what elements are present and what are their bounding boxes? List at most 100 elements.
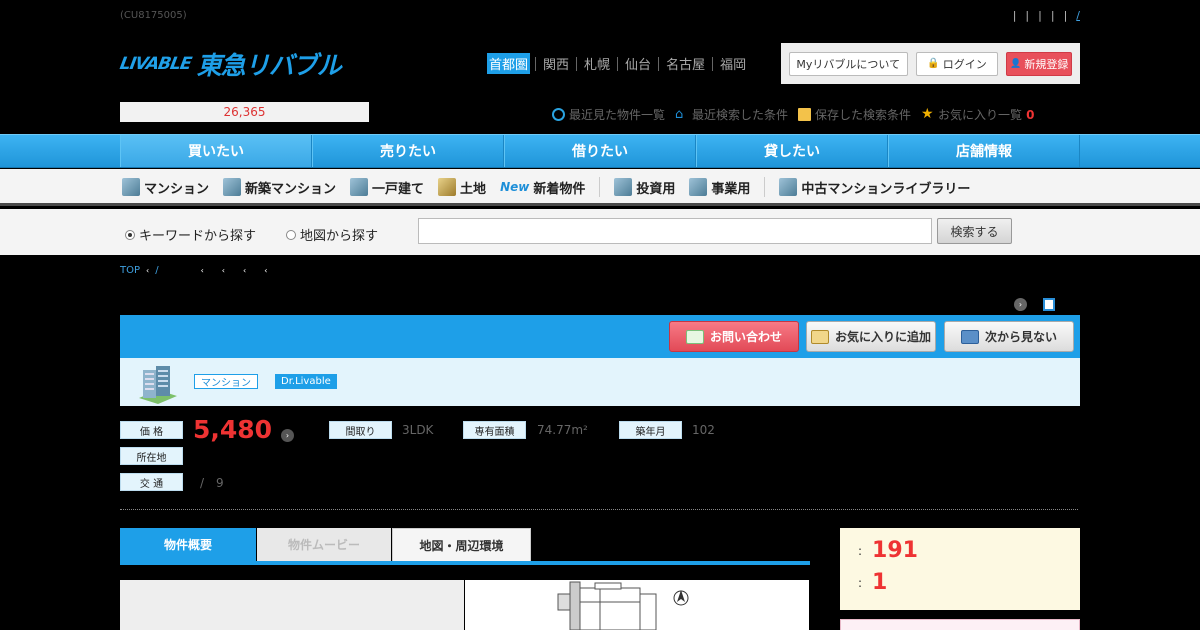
page-tools: › <box>1014 298 1055 311</box>
region-fukuoka[interactable]: 福岡 <box>718 53 748 74</box>
divider <box>576 56 578 71</box>
nav-lend[interactable]: 貸したい <box>696 135 888 167</box>
divider <box>764 177 766 197</box>
price-label: 価 格 <box>120 421 183 439</box>
region-shutoken[interactable]: 首都圏 <box>487 53 531 74</box>
floorplan-panel <box>465 580 809 630</box>
region-sapporo[interactable]: 札幌 <box>582 53 612 74</box>
radio-off-icon <box>286 229 296 240</box>
side-stat-value: 1 <box>872 570 888 595</box>
divider <box>712 56 714 71</box>
subnav-new-arrivals[interactable]: New 新着物件 <box>500 178 585 197</box>
top-link[interactable]: | <box>1013 9 1017 22</box>
built-value: 102 <box>692 423 715 437</box>
contact-button[interactable]: お問い合わせ <box>669 321 799 352</box>
subnav-new-mansion[interactable]: 新築マンション <box>223 178 336 197</box>
search-button[interactable]: 検索する <box>937 218 1012 244</box>
nav-stores[interactable]: 店舗情報 <box>888 135 1080 167</box>
recent-viewed-label: 最近見た物件一覧 <box>569 108 666 122</box>
subnav-mansion[interactable]: マンション <box>122 178 209 197</box>
arrow-right-icon[interactable]: › <box>1014 298 1027 311</box>
area-value: 74.77m² <box>537 423 588 437</box>
subnav-business[interactable]: 事業用 <box>689 178 750 197</box>
tab-overview[interactable]: 物件概要 <box>120 528 256 561</box>
top-link[interactable]: | <box>1051 9 1055 22</box>
tab-map[interactable]: 地図・周辺環境 <box>392 528 531 561</box>
login-button[interactable]: 🔒 ログイン <box>915 51 999 76</box>
keyword-radio-label: キーワードから探す <box>139 229 257 244</box>
transit-label: 交 通 <box>120 473 183 491</box>
recent-searched-link[interactable]: ⌂ 最近検索した条件 <box>675 106 788 123</box>
detail-tabs: 物件概要 物件ムービー 地図・周辺環境 <box>120 528 810 565</box>
top-link-last[interactable]: / <box>1076 9 1080 22</box>
address-label: 所在地 <box>120 447 183 465</box>
nav-buy[interactable]: 買いたい <box>120 135 312 167</box>
breadcrumb-top[interactable]: TOP <box>120 265 140 276</box>
dr-livable-tag: Dr.Livable <box>275 374 337 389</box>
subnav-house[interactable]: 一戸建て <box>350 178 424 197</box>
search-icon <box>552 108 565 121</box>
add-favorite-label: お気に入りに追加 <box>834 330 931 344</box>
recent-searched-label: 最近検索した条件 <box>692 108 789 122</box>
divider <box>535 56 537 71</box>
add-favorite-button[interactable]: お気に入りに追加 <box>806 321 936 352</box>
favorites-label: お気に入り一覧 <box>938 108 1023 122</box>
hide-label: 次から見ない <box>984 330 1057 344</box>
nav-rent[interactable]: 借りたい <box>504 135 696 167</box>
folder-icon <box>798 108 812 121</box>
side-banner[interactable] <box>840 619 1080 630</box>
price-value: 5,480 <box>193 415 273 444</box>
site-logo[interactable]: LIVABLE 東急リバブル <box>118 44 342 84</box>
side-stat-colon: : <box>858 575 863 590</box>
favorites-link[interactable]: ★ お気に入り一覧 0 <box>921 106 1034 123</box>
subnav-library[interactable]: 中古マンションライブラリー <box>779 178 970 197</box>
layout-label: 間取り <box>329 421 392 439</box>
region-kansai[interactable]: 関西 <box>541 53 571 74</box>
keyword-radio[interactable]: キーワードから探す <box>125 225 256 244</box>
pen-icon <box>810 329 829 344</box>
recent-viewed-link[interactable]: 最近見た物件一覧 <box>552 106 665 123</box>
breadcrumb-arrow-icon: ‹ <box>146 266 150 275</box>
library-icon <box>779 178 798 196</box>
side-stat-value: 191 <box>872 538 918 563</box>
divider <box>617 56 619 71</box>
print-icon[interactable] <box>1043 298 1055 311</box>
map-radio[interactable]: 地図から探す <box>286 225 378 244</box>
hide-button[interactable]: 次から見ない <box>944 321 1074 352</box>
top-links: | | | | | / <box>1013 9 1080 22</box>
arrow-right-icon[interactable]: › <box>281 429 294 442</box>
building-icon <box>614 178 633 196</box>
region-nagoya[interactable]: 名古屋 <box>664 53 707 74</box>
nav-sell[interactable]: 売りたい <box>312 135 504 167</box>
sub-nav: マンション 新築マンション 一戸建て 土地 New 新着物件 投資用 事業用 中… <box>0 169 1200 206</box>
side-stat-row: : 191 <box>858 538 918 563</box>
house-icon <box>350 178 369 196</box>
top-link[interactable]: | <box>1025 9 1029 22</box>
saved-searches-label: 保存した検索条件 <box>815 108 912 122</box>
search-bar: キーワードから探す 地図から探す 検索する <box>0 209 1200 255</box>
land-icon <box>438 178 457 196</box>
subnav-investment-label: 投資用 <box>636 181 676 197</box>
lock-icon: 🔒 <box>927 58 940 69</box>
built-label: 築年月 <box>619 421 682 439</box>
keyword-input[interactable] <box>418 218 932 244</box>
saved-searches-link[interactable]: 保存した検索条件 <box>798 106 911 123</box>
property-action-bar: お問い合わせ お気に入りに追加 次から見ない <box>120 315 1080 358</box>
register-button[interactable]: 👤 新規登録 <box>1006 51 1072 76</box>
top-link[interactable]: | <box>1064 9 1068 22</box>
tab-movie[interactable]: 物件ムービー <box>257 528 391 561</box>
photo-panel <box>120 580 464 630</box>
side-stat-colon: : <box>858 543 863 558</box>
breadcrumb-arrow-icon: ‹ <box>221 266 225 275</box>
region-sendai[interactable]: 仙台 <box>623 53 653 74</box>
login-label: ログイン <box>942 57 987 71</box>
account-box: Myリバブルについて 🔒 ログイン 👤 新規登録 <box>781 43 1080 84</box>
subnav-investment[interactable]: 投資用 <box>614 178 675 197</box>
mail-icon <box>685 329 704 344</box>
top-link[interactable]: | <box>1038 9 1042 22</box>
subnav-land-label: 土地 <box>460 181 487 197</box>
my-livable-about-button[interactable]: Myリバブルについて <box>789 51 908 76</box>
subnav-land[interactable]: 土地 <box>438 178 486 197</box>
radio-on-icon <box>125 229 135 240</box>
property-type-band: マンション Dr.Livable <box>120 358 1080 406</box>
